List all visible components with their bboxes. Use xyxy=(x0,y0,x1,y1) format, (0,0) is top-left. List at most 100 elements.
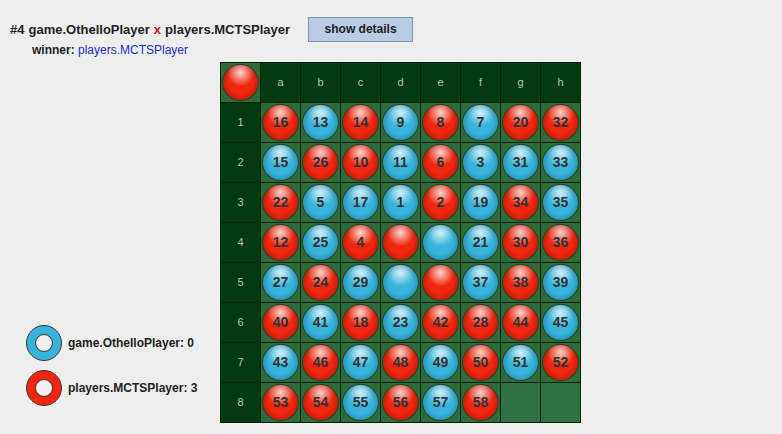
move-number: 16 xyxy=(273,112,289,133)
board-square[interactable]: 31 xyxy=(501,143,540,182)
board-square[interactable]: 57 xyxy=(421,383,460,422)
board-square[interactable]: 11 xyxy=(381,143,420,182)
board-square[interactable] xyxy=(381,223,420,262)
disc: 13 xyxy=(303,105,338,140)
board-square[interactable]: 38 xyxy=(501,263,540,302)
board-square[interactable]: 51 xyxy=(501,343,540,382)
board-square[interactable]: 28 xyxy=(461,303,500,342)
board-square[interactable]: 18 xyxy=(341,303,380,342)
board-square[interactable]: 36 xyxy=(541,223,580,262)
board-square[interactable]: 24 xyxy=(301,263,340,302)
winner-line: winner: players.MCTSPlayer xyxy=(10,43,782,57)
move-number: 38 xyxy=(513,272,529,293)
move-number: 22 xyxy=(273,192,289,213)
move-number: 35 xyxy=(553,192,569,213)
board-square[interactable]: 56 xyxy=(381,383,420,422)
move-number: 56 xyxy=(393,392,409,413)
move-number: 48 xyxy=(393,352,409,373)
disc: 24 xyxy=(303,265,338,300)
board-square[interactable]: 20 xyxy=(501,103,540,142)
board-square[interactable]: 55 xyxy=(341,383,380,422)
board-square[interactable]: 37 xyxy=(461,263,500,302)
board-square[interactable]: 26 xyxy=(301,143,340,182)
disc: 14 xyxy=(343,105,378,140)
board-square[interactable]: 10 xyxy=(341,143,380,182)
board-square[interactable]: 40 xyxy=(261,303,300,342)
board-square[interactable]: 15 xyxy=(261,143,300,182)
board-square[interactable]: 4 xyxy=(341,223,380,262)
board-square[interactable]: 7 xyxy=(461,103,500,142)
show-details-button[interactable]: show details xyxy=(308,17,413,42)
board-square[interactable] xyxy=(421,223,460,262)
move-number: 39 xyxy=(553,272,569,293)
board-square[interactable]: 58 xyxy=(461,383,500,422)
disc: 53 xyxy=(263,385,298,420)
board-square[interactable]: 30 xyxy=(501,223,540,262)
move-number: 50 xyxy=(473,352,489,373)
disc: 9 xyxy=(383,105,418,140)
disc: 27 xyxy=(263,265,298,300)
move-number: 34 xyxy=(513,192,529,213)
board-square[interactable]: 19 xyxy=(461,183,500,222)
move-number: 18 xyxy=(353,312,369,333)
disc: 39 xyxy=(543,265,578,300)
board-square[interactable]: 3 xyxy=(461,143,500,182)
board-square[interactable]: 42 xyxy=(421,303,460,342)
board-square[interactable]: 25 xyxy=(301,223,340,262)
board-square[interactable]: 45 xyxy=(541,303,580,342)
board-square[interactable]: 52 xyxy=(541,343,580,382)
board-square[interactable] xyxy=(421,263,460,302)
board-square[interactable]: 54 xyxy=(301,383,340,422)
board-square[interactable] xyxy=(541,383,580,422)
board-square[interactable]: 53 xyxy=(261,383,300,422)
disc: 19 xyxy=(463,185,498,220)
move-number: 14 xyxy=(353,112,369,133)
move-number: 49 xyxy=(433,352,449,373)
board-square[interactable]: 48 xyxy=(381,343,420,382)
board-square[interactable]: 8 xyxy=(421,103,460,142)
column-label: d xyxy=(381,63,420,102)
board-square[interactable]: 21 xyxy=(461,223,500,262)
board-square[interactable]: 9 xyxy=(381,103,420,142)
board-square[interactable]: 27 xyxy=(261,263,300,302)
move-number: 26 xyxy=(313,152,329,173)
board-square[interactable]: 34 xyxy=(501,183,540,222)
board-square[interactable]: 17 xyxy=(341,183,380,222)
board-square[interactable]: 2 xyxy=(421,183,460,222)
board-square[interactable]: 46 xyxy=(301,343,340,382)
board-square[interactable]: 41 xyxy=(301,303,340,342)
column-label: b xyxy=(301,63,340,102)
column-label: g xyxy=(501,63,540,102)
disc: 51 xyxy=(503,345,538,380)
board-square[interactable]: 32 xyxy=(541,103,580,142)
move-number: 21 xyxy=(473,232,489,253)
board-square[interactable]: 43 xyxy=(261,343,300,382)
disc: 12 xyxy=(263,225,298,260)
disc: 32 xyxy=(543,105,578,140)
disc: 31 xyxy=(503,145,538,180)
disc: 55 xyxy=(343,385,378,420)
board-square[interactable]: 13 xyxy=(301,103,340,142)
main-area: game.OthelloPlayer: 0players.MCTSPlayer:… xyxy=(10,62,782,423)
board-square[interactable]: 1 xyxy=(381,183,420,222)
board-square[interactable]: 12 xyxy=(261,223,300,262)
disc: 8 xyxy=(423,105,458,140)
board-square[interactable]: 35 xyxy=(541,183,580,222)
board-square[interactable]: 16 xyxy=(261,103,300,142)
player-row: players.MCTSPlayer: 3 xyxy=(24,368,220,408)
board-square[interactable]: 44 xyxy=(501,303,540,342)
board-square[interactable]: 23 xyxy=(381,303,420,342)
board-square[interactable]: 22 xyxy=(261,183,300,222)
board-square[interactable]: 14 xyxy=(341,103,380,142)
board-square[interactable]: 39 xyxy=(541,263,580,302)
board-square[interactable] xyxy=(501,383,540,422)
board-square[interactable]: 33 xyxy=(541,143,580,182)
board-square[interactable] xyxy=(381,263,420,302)
board-square[interactable]: 47 xyxy=(341,343,380,382)
board-square[interactable]: 50 xyxy=(461,343,500,382)
board-square[interactable]: 49 xyxy=(421,343,460,382)
board-square[interactable]: 29 xyxy=(341,263,380,302)
move-number: 58 xyxy=(473,392,489,413)
board-square[interactable]: 6 xyxy=(421,143,460,182)
board-square[interactable]: 5 xyxy=(301,183,340,222)
